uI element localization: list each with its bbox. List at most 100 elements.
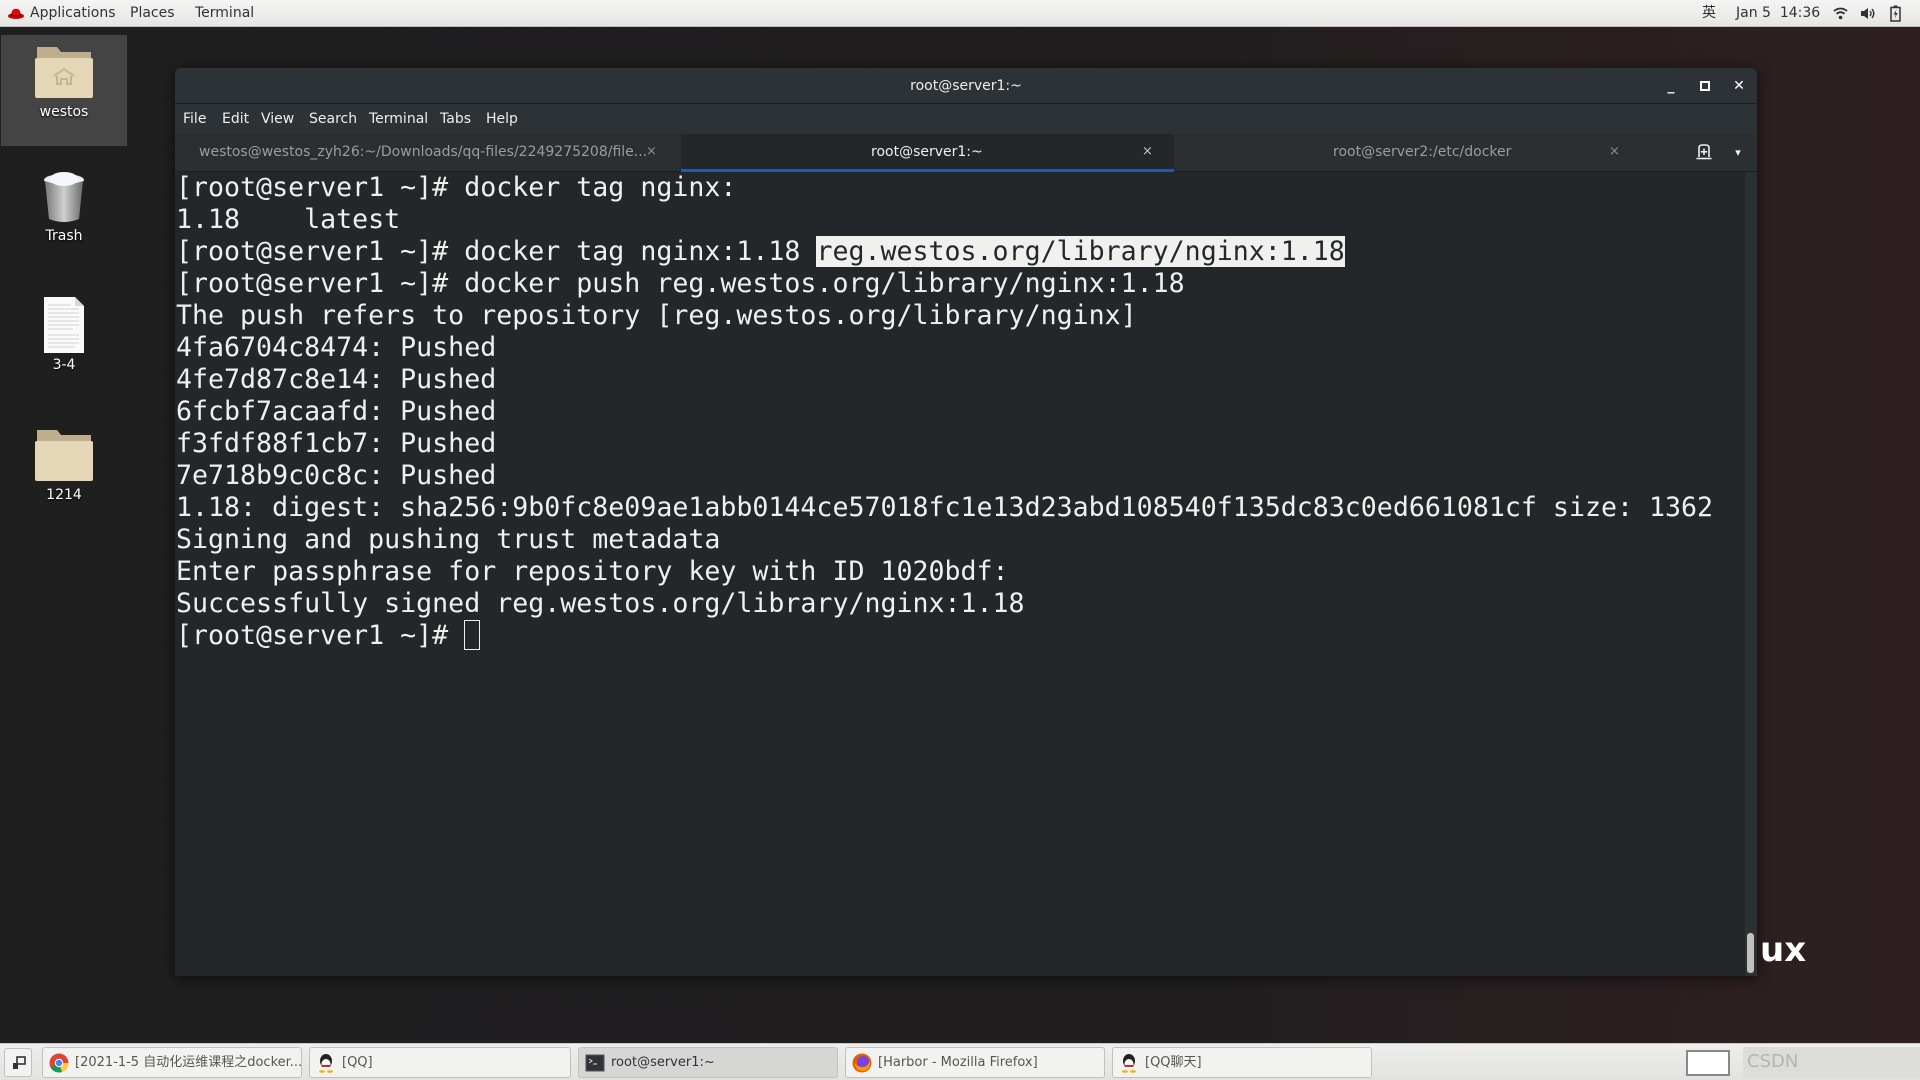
desktop-icon-label: 3-4 [52, 357, 76, 373]
terminal-line: Successfully signed reg.westos.org/libra… [176, 588, 1744, 620]
taskbar-item-label: [Harbor - Mozilla Firefox] [878, 1055, 1038, 1070]
terminal-line: 4fe7d87c8e14: Pushed [176, 364, 1744, 396]
terminal-app-menu[interactable]: Terminal [195, 0, 254, 27]
battery-icon[interactable] [1890, 5, 1901, 22]
desktop-icon-trash[interactable]: Trash [1, 170, 127, 244]
wifi-icon[interactable] [1833, 7, 1848, 20]
taskbar: [2021-1-5 自动化运维课程之docker... [QQ] root@serv… [0, 1043, 1920, 1080]
tab-label: westos@westos_zyh26:~/Downloads/qq-files… [199, 144, 648, 160]
menu-view[interactable]: View [261, 104, 294, 134]
terminal-line: The push refers to repository [reg.westo… [176, 300, 1744, 332]
volume-icon[interactable] [1860, 7, 1876, 20]
tab-root-server1[interactable]: root@server1:~ × [681, 134, 1174, 172]
terminal-line-text: 7e718b9c0c8c: Pushed [176, 460, 497, 491]
menu-search[interactable]: Search [309, 104, 357, 134]
taskbar-item[interactable]: root@server1:~ [578, 1047, 838, 1078]
taskbar-item-label: root@server1:~ [611, 1055, 715, 1070]
trash-icon [44, 172, 84, 222]
overlay-text: ux [1760, 930, 1807, 970]
terminal-line-text: 1.18: digest: sha256:9b0fc8e09ae1abb0144… [176, 492, 1714, 523]
terminal-line: Signing and pushing trust metadata [176, 524, 1744, 556]
folder-icon [35, 430, 93, 481]
scrollbar-thumb[interactable] [1747, 933, 1754, 973]
terminal-line-text: 4fe7d87c8e14: Pushed [176, 364, 497, 395]
redhat-logo-icon [8, 8, 24, 19]
qq-icon [316, 1053, 336, 1073]
taskbar-item[interactable]: [2021-1-5 自动化运维课程之docker... [42, 1047, 302, 1078]
firefox-icon [852, 1053, 872, 1073]
window-title: root@server1:~ [910, 78, 1022, 94]
terminal-icon [585, 1053, 605, 1073]
cursor [464, 620, 481, 650]
desktop-icon-westos[interactable]: westos [1, 35, 127, 146]
title-bar[interactable]: root@server1:~ _ ✕ [175, 68, 1757, 104]
tab-close-button[interactable]: × [646, 134, 657, 170]
terminal-line-text: [root@server1 ~]# docker tag nginx: [176, 172, 737, 203]
selected-text[interactable]: reg.westos.org/library/nginx:1.18 [816, 236, 1345, 267]
home-folder-icon [35, 47, 93, 98]
prompt: [root@server1 ~]# [176, 620, 465, 651]
terminal-scrollbar[interactable] [1745, 172, 1757, 976]
terminal-line: 4fa6704c8474: Pushed [176, 332, 1744, 364]
terminal-line: [root@server1 ~]# docker tag nginx:1.18 … [176, 236, 1744, 268]
maximize-button[interactable] [1690, 68, 1720, 104]
tab-root-server2[interactable]: root@server2:/etc/docker × [1174, 134, 1658, 172]
terminal-line-text: Successfully signed reg.westos.org/libra… [176, 588, 1025, 619]
minimize-button[interactable]: _ [1656, 68, 1686, 104]
document-icon [44, 297, 84, 353]
terminal-window: root@server1:~ _ ✕ File Edit View Search… [175, 68, 1757, 976]
terminal-line: f3fdf88f1cb7: Pushed [176, 428, 1744, 460]
terminal-line: Enter passphrase for repository key with… [176, 556, 1744, 588]
terminal-prompt-line[interactable]: [root@server1 ~]# [176, 620, 1744, 652]
show-desktop-button[interactable] [4, 1048, 32, 1077]
terminal-line-text: [root@server1 ~]# docker push reg.westos… [176, 268, 1185, 299]
close-button[interactable]: ✕ [1724, 68, 1754, 104]
workspace-switcher[interactable] [1686, 1050, 1730, 1076]
terminal-line: [root@server1 ~]# docker tag nginx: [176, 172, 1744, 204]
taskbar-item[interactable]: [Harbor - Mozilla Firefox] [845, 1047, 1105, 1078]
desktop-icon-label: westos [39, 104, 89, 120]
terminal-line-text: 4fa6704c8474: Pushed [176, 332, 497, 363]
terminal-line-text: f3fdf88f1cb7: Pushed [176, 428, 497, 459]
clock[interactable]: Jan 5 14:36 [1736, 0, 1820, 27]
watermark: CSDN @uikotygiug [1743, 1047, 1920, 1078]
taskbar-item-label: [QQ聊天] [1145, 1055, 1202, 1070]
new-tab-button[interactable] [1689, 134, 1719, 172]
taskbar-item-label: [QQ] [342, 1055, 373, 1070]
menu-terminal[interactable]: Terminal [369, 104, 428, 134]
tab-westos-downloads[interactable]: westos@westos_zyh26:~/Downloads/qq-files… [175, 134, 681, 172]
terminal-line-text: 6fcbf7acaafd: Pushed [176, 396, 497, 427]
tab-label: root@server2:/etc/docker [1333, 144, 1512, 160]
terminal-line-text: Signing and pushing trust metadata [176, 524, 721, 555]
tab-close-button[interactable]: × [1609, 134, 1620, 170]
terminal-line-text: The push refers to repository [reg.westo… [176, 300, 1137, 331]
terminal-line-text: [root@server1 ~]# docker tag nginx:1.18 [176, 236, 817, 267]
desktop-icon-label: Trash [45, 228, 83, 244]
taskbar-item[interactable]: [QQ聊天] [1112, 1047, 1372, 1078]
new-tab-icon [1696, 144, 1712, 160]
menu-edit[interactable]: Edit [222, 104, 249, 134]
desktop-icon-label: 1214 [46, 487, 82, 503]
chrome-icon [49, 1053, 69, 1073]
applications-menu[interactable]: Applications [30, 0, 116, 27]
menu-help[interactable]: Help [486, 104, 518, 134]
top-bar: Applications Places Terminal 英 Jan 5 14:… [0, 0, 1920, 27]
menu-tabs[interactable]: Tabs [440, 104, 471, 134]
menu-file[interactable]: File [183, 104, 206, 134]
places-menu[interactable]: Places [130, 0, 175, 27]
desktop-icon-1214[interactable]: 1214 [1, 427, 127, 503]
input-method-indicator[interactable]: 英 [1702, 0, 1716, 27]
tab-bar: westos@westos_zyh26:~/Downloads/qq-files… [175, 134, 1757, 172]
terminal-line: [root@server1 ~]# docker push reg.westos… [176, 268, 1744, 300]
terminal-output[interactable]: [root@server1 ~]# docker tag nginx: 1.18 … [176, 172, 1744, 976]
show-desktop-icon [13, 1056, 26, 1069]
terminal-line: 1.18 latest [176, 204, 1744, 236]
tab-close-button[interactable]: × [1142, 134, 1153, 170]
terminal-line: 1.18: digest: sha256:9b0fc8e09ae1abb0144… [176, 492, 1744, 524]
taskbar-item-label: [2021-1-5 自动化运维课程之docker... [75, 1055, 302, 1070]
taskbar-item[interactable]: [QQ] [309, 1047, 571, 1078]
desktop-icon-3-4[interactable]: 3-4 [1, 297, 127, 373]
terminal-line-text: 1.18 latest [176, 204, 401, 235]
menu-bar: File Edit View Search Terminal Tabs Help [175, 104, 1757, 134]
tab-list-dropdown[interactable]: ▾ [1725, 134, 1751, 172]
